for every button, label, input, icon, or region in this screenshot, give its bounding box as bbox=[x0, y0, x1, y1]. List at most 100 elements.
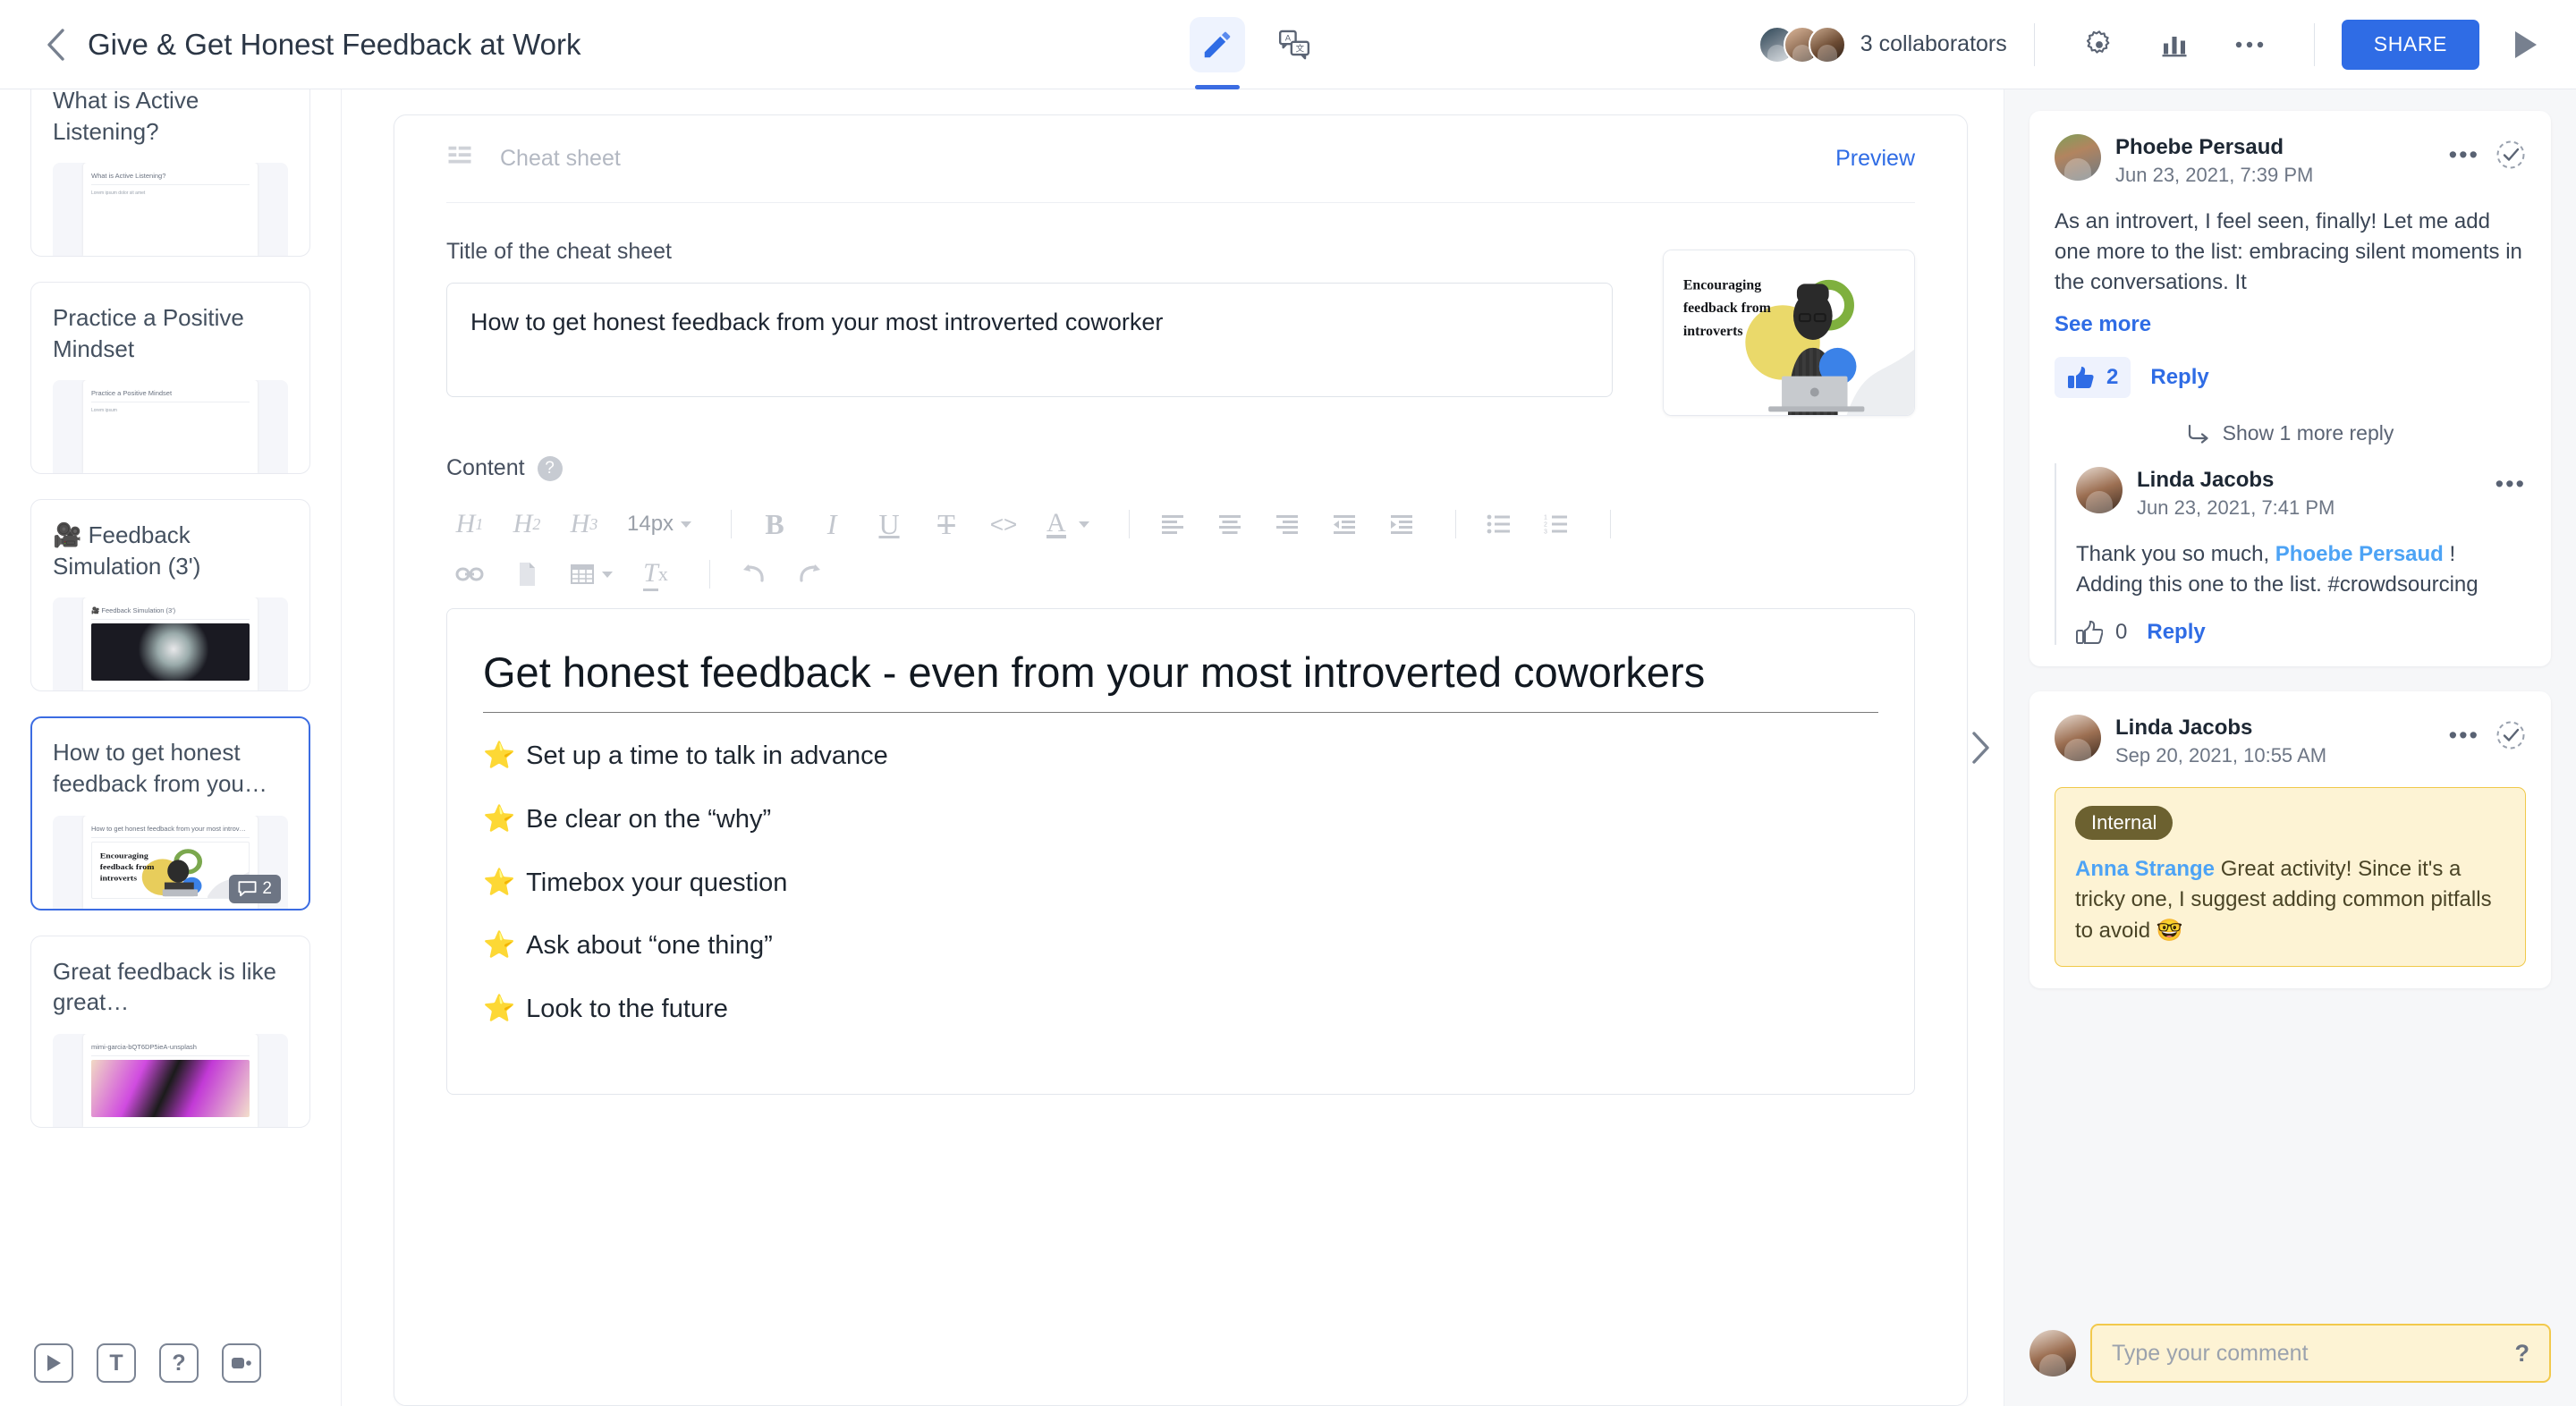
align-right-icon bbox=[1275, 515, 1298, 534]
sidebar-item-feedback-simulation[interactable]: 🎥 Feedback Simulation (3') 🎥 Feedback Si… bbox=[30, 499, 310, 692]
numbered-list-button[interactable]: 1 2 3 bbox=[1533, 501, 1580, 547]
reply-more-button[interactable]: ••• bbox=[2496, 472, 2526, 496]
text-tool-button[interactable]: T bbox=[97, 1343, 136, 1383]
question-mark-icon[interactable]: ? bbox=[2515, 1340, 2530, 1368]
heading-1-button[interactable]: H1 bbox=[446, 501, 493, 547]
collaborators-label: 3 collaborators bbox=[1860, 31, 2007, 56]
comment-author: Phoebe Persaud bbox=[2115, 135, 2284, 159]
share-button[interactable]: SHARE bbox=[2341, 19, 2479, 70]
see-more-link[interactable]: See more bbox=[2055, 312, 2526, 337]
insert-file-button[interactable] bbox=[504, 551, 550, 597]
comment-more-button[interactable]: ••• bbox=[2449, 142, 2479, 167]
collaborators[interactable]: 3 collaborators bbox=[1758, 25, 2007, 64]
resolve-check-circle-icon[interactable] bbox=[2496, 720, 2526, 750]
font-size-value: 14px bbox=[627, 512, 674, 536]
analytics-button[interactable] bbox=[2149, 20, 2199, 70]
indent-button[interactable] bbox=[1378, 501, 1425, 547]
app-root: Give & Get Honest Feedback at Work A 文 3… bbox=[0, 0, 2576, 1406]
cover-image-card[interactable]: Encouraging feedback from introverts bbox=[1663, 250, 1915, 416]
play-tool-button[interactable] bbox=[34, 1343, 73, 1383]
resolve-check-circle-icon[interactable] bbox=[2496, 140, 2526, 170]
avatar bbox=[1808, 25, 1846, 64]
undo-button[interactable] bbox=[730, 551, 776, 597]
file-icon bbox=[520, 563, 535, 586]
quiz-tool-button[interactable]: ? bbox=[159, 1343, 199, 1383]
text-color-button[interactable]: A bbox=[1038, 501, 1098, 547]
svg-text:introverts: introverts bbox=[1683, 324, 1743, 339]
bullet-list-button[interactable] bbox=[1476, 501, 1522, 547]
clear-format-button[interactable]: Tx bbox=[632, 551, 679, 597]
sidebar-item-positive-mindset[interactable]: Practice a Positive Mindset Practice a P… bbox=[30, 282, 310, 475]
sidebar-item-active-listening[interactable]: What is Active Listening? What is Active… bbox=[30, 89, 310, 258]
slide-title: Great feedback is like great… bbox=[53, 957, 277, 1016]
font-size-select[interactable]: 14px bbox=[618, 501, 700, 547]
slide-title: Practice a Positive Mindset bbox=[53, 304, 244, 362]
show-more-replies-button[interactable]: Show 1 more reply bbox=[2055, 421, 2526, 445]
star-icon: ⭐ bbox=[483, 868, 516, 897]
bullet-text: Look to the future bbox=[526, 995, 728, 1024]
comment-input-wrapper[interactable]: ? bbox=[2090, 1324, 2551, 1383]
thumb-title: mimi-garcia-bQT6DP5ieA-unsplash bbox=[91, 1043, 250, 1056]
reply-link[interactable]: Reply bbox=[2147, 620, 2205, 645]
more-options-button[interactable] bbox=[2224, 20, 2275, 70]
slide-thumbnail: 🎥 Feedback Simulation (3') bbox=[53, 597, 288, 691]
thumbs-up-outline-icon bbox=[2076, 621, 2103, 645]
comment-more-button[interactable]: ••• bbox=[2449, 723, 2479, 748]
underline-button[interactable]: U bbox=[866, 501, 912, 547]
bold-button[interactable]: B bbox=[751, 501, 798, 547]
code-button[interactable]: <> bbox=[980, 501, 1027, 547]
back-button[interactable] bbox=[36, 25, 75, 64]
comments-list[interactable]: Phoebe Persaud Jun 23, 2021, 7:39 PM •••… bbox=[2004, 89, 2576, 1304]
link-icon bbox=[455, 567, 484, 581]
title-row: Title of the cheat sheet How to get hone… bbox=[446, 203, 1915, 416]
tab-edit[interactable] bbox=[1190, 17, 1245, 89]
insert-table-button[interactable] bbox=[561, 551, 622, 597]
rich-text-editor[interactable]: Get honest feedback - even from your mos… bbox=[446, 608, 1915, 1095]
thumb-image bbox=[91, 1059, 250, 1117]
comment-input[interactable] bbox=[2112, 1340, 2515, 1367]
sidebar-item-how-to-get-honest-feedback[interactable]: How to get honest feedback from you… How… bbox=[30, 716, 310, 911]
text-tool-label: T bbox=[109, 1350, 123, 1376]
svg-text:introverts: introverts bbox=[100, 875, 138, 883]
question-circle-icon[interactable]: ? bbox=[537, 455, 563, 481]
reply-link[interactable]: Reply bbox=[2150, 365, 2208, 390]
user-mention[interactable]: Anna Strange bbox=[2075, 857, 2215, 881]
cover-illustration: Encouraging feedback from introverts bbox=[1664, 250, 1914, 415]
redo-icon bbox=[800, 564, 820, 582]
align-center-button[interactable] bbox=[1207, 501, 1253, 547]
slides-list[interactable]: What is Active Listening? What is Active… bbox=[0, 89, 341, 1320]
italic-button[interactable]: I bbox=[809, 501, 855, 547]
strikethrough-button[interactable]: T bbox=[923, 501, 970, 547]
settings-button[interactable] bbox=[2074, 20, 2124, 70]
divider bbox=[1454, 510, 1456, 538]
preview-link[interactable]: Preview bbox=[1835, 146, 1915, 172]
comment-actions: ••• bbox=[2449, 134, 2526, 170]
video-tool-button[interactable] bbox=[222, 1343, 261, 1383]
comment-header: Phoebe Persaud Jun 23, 2021, 7:39 PM ••• bbox=[2055, 134, 2526, 187]
reply-footer: 0 Reply bbox=[2076, 620, 2526, 645]
like-button[interactable]: 2 bbox=[2055, 357, 2131, 399]
redo-button[interactable] bbox=[787, 551, 834, 597]
present-button[interactable] bbox=[2504, 24, 2546, 65]
link-button[interactable] bbox=[446, 551, 493, 597]
align-right-button[interactable] bbox=[1264, 501, 1310, 547]
sidebar-item-great-feedback[interactable]: Great feedback is like great… mimi-garci… bbox=[30, 935, 310, 1128]
svg-text:1: 1 bbox=[1544, 515, 1547, 521]
heading-3-button[interactable]: H3 bbox=[561, 501, 607, 547]
bullet-list-icon bbox=[1487, 514, 1510, 534]
comment-header: Linda Jacobs Sep 20, 2021, 10:55 AM ••• bbox=[2055, 715, 2526, 767]
outdent-button[interactable] bbox=[1321, 501, 1368, 547]
cheat-sheet-title-input[interactable]: How to get honest feedback from your mos… bbox=[446, 283, 1613, 398]
comment-composer: ? bbox=[2004, 1304, 2576, 1406]
tab-translate[interactable]: A 文 bbox=[1267, 17, 1322, 72]
user-mention[interactable]: Phoebe Persaud bbox=[2275, 542, 2444, 566]
outdent-icon bbox=[1333, 515, 1355, 534]
heading-2-button[interactable]: H2 bbox=[504, 501, 550, 547]
align-left-button[interactable] bbox=[1149, 501, 1196, 547]
reply-like-button[interactable]: 0 bbox=[2076, 620, 2127, 645]
title-column: Title of the cheat sheet How to get hone… bbox=[446, 239, 1613, 416]
comment-author: Linda Jacobs bbox=[2115, 716, 2253, 741]
slide-thumbnail: Practice a Positive Mindset Lorem ipsum bbox=[53, 380, 288, 474]
comment-body: As an introvert, I feel seen, finally! L… bbox=[2055, 209, 2522, 295]
collapse-comments-button[interactable] bbox=[1961, 716, 2000, 779]
